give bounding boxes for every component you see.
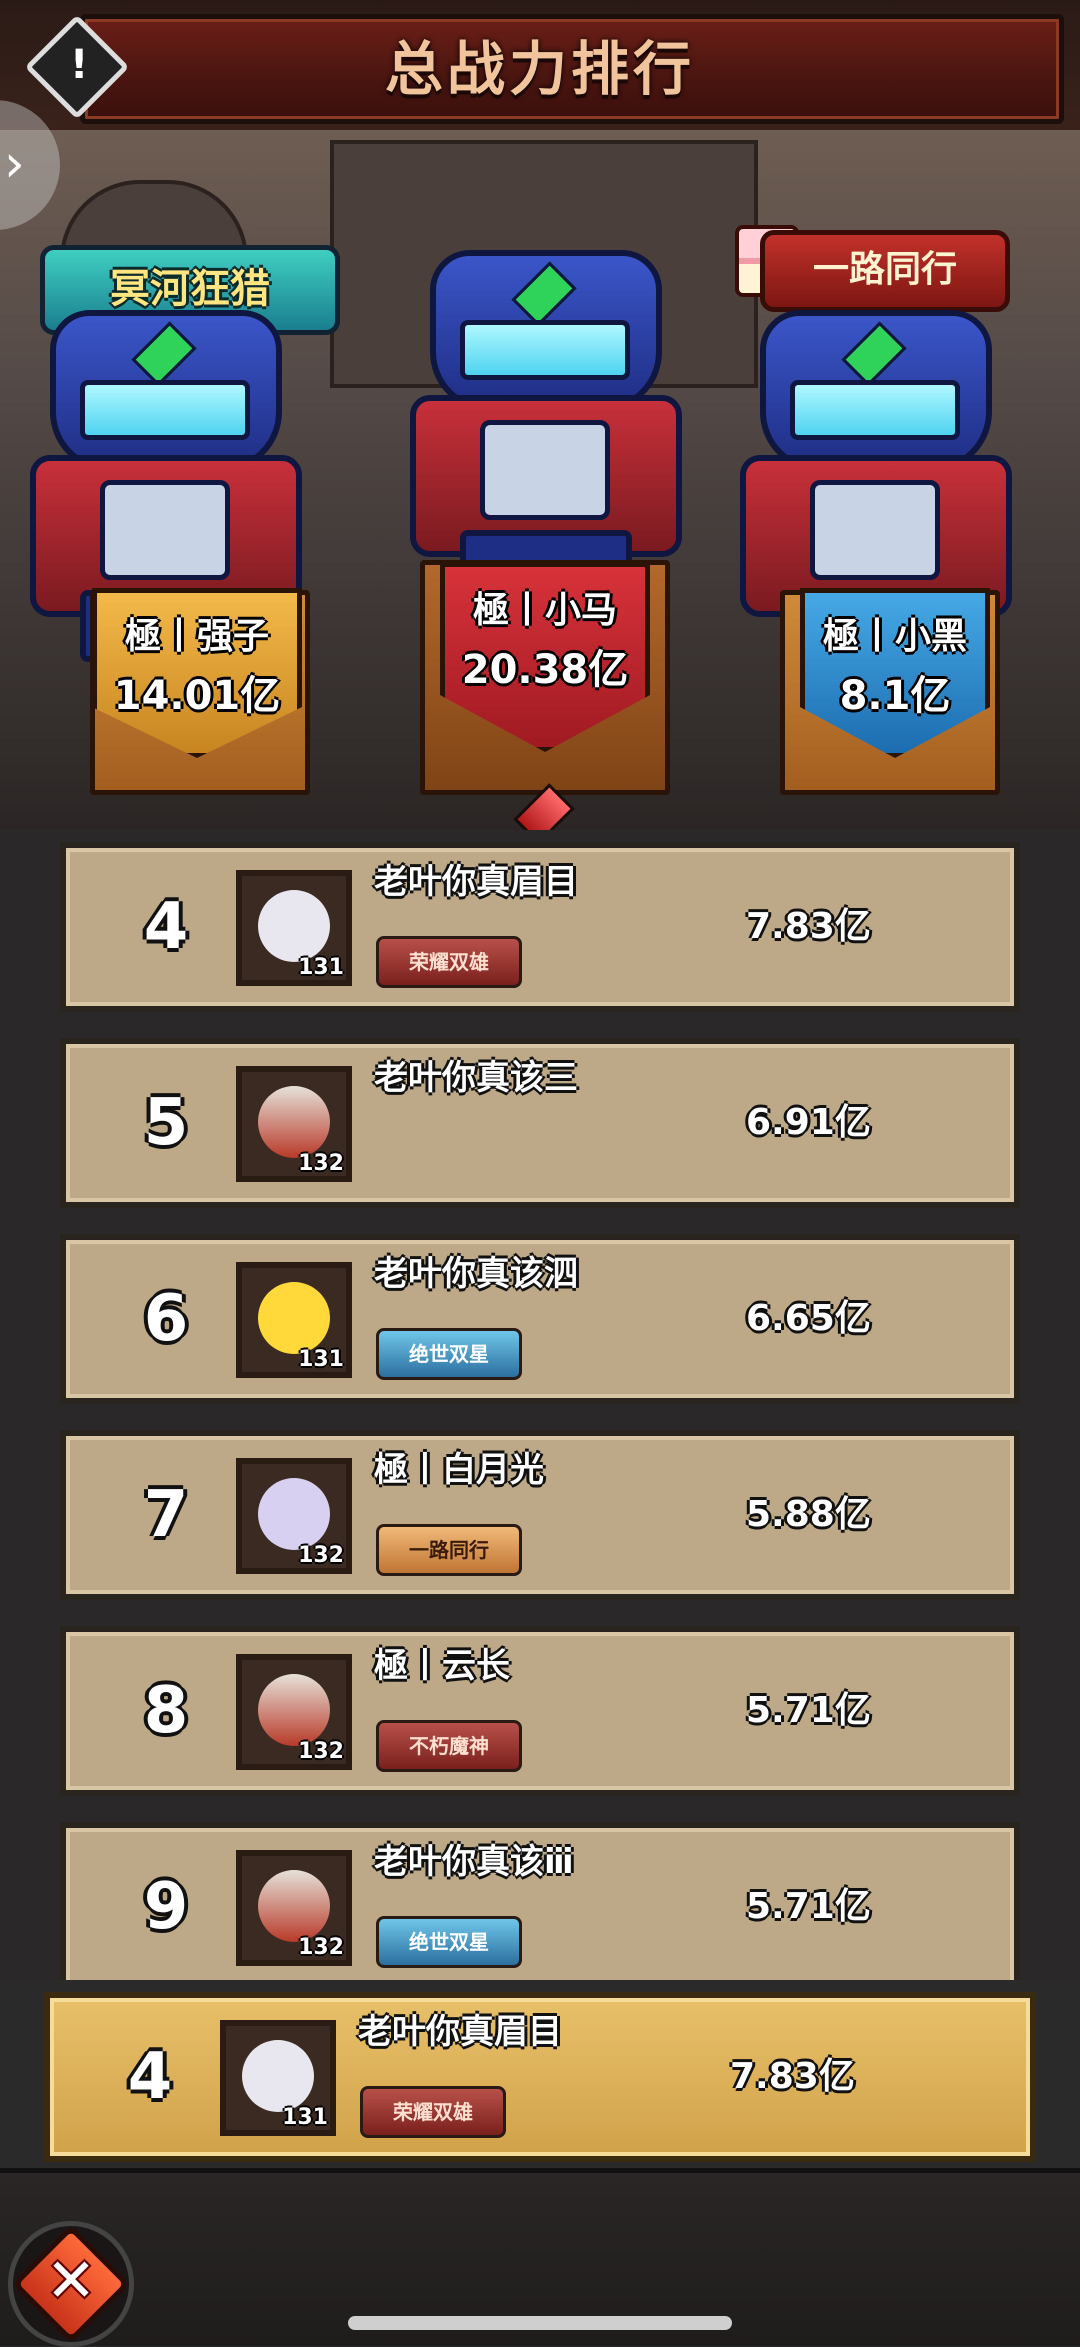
player-avatar[interactable]: 132 [236, 1850, 352, 1966]
player-power: 7.83亿 [746, 906, 871, 947]
my-power: 7.83亿 [730, 2056, 855, 2097]
rank-number: 8 [143, 1674, 189, 1748]
my-rank-row[interactable]: 4 131 老叶你真眉目 荣耀双雄 7.83亿 [44, 1992, 1036, 2162]
close-x-icon: ✕ [45, 2246, 97, 2316]
player-avatar[interactable]: 131 [236, 870, 352, 986]
avatar-level: 131 [282, 2105, 328, 2130]
rank-number: 5 [143, 1086, 189, 1160]
player-avatar[interactable]: 131 [236, 1262, 352, 1378]
bottom-bar: ✕ [0, 2168, 1080, 2347]
player-power: 6.65亿 [746, 1298, 871, 1339]
player-name: 極丨云长 [374, 1646, 510, 1686]
my-rank-number: 4 [127, 2040, 173, 2114]
warning-diamond-icon: ! [69, 41, 89, 88]
player-power: 5.71亿 [746, 1886, 871, 1927]
rank-number: 6 [143, 1282, 189, 1356]
podium-scene: 冥河狂猎 一路同行 極丨强子 14.01亿 極丨小马 20.38亿 極丨小黑 8… [0, 130, 1080, 830]
avatar-level: 131 [298, 955, 344, 980]
avatar-level: 132 [298, 1739, 344, 1764]
player-avatar[interactable]: 132 [236, 1458, 352, 1574]
player-name: 老叶你真该泗 [374, 1254, 578, 1294]
player-name: 老叶你真该ⅲ [374, 1842, 574, 1882]
rank-number: 9 [143, 1870, 189, 1944]
player-power: 5.88亿 [746, 1494, 871, 1535]
ranking-row[interactable]: 8 132 極丨云长 不朽魔神 5.71亿 [60, 1626, 1020, 1796]
podium-name-second: 極丨强子 [124, 616, 269, 657]
player-title-badge: 绝世双星 [376, 1916, 522, 1968]
player-title-badge: 绝世双星 [376, 1328, 522, 1380]
page-title: 总战力排行 [384, 35, 695, 103]
podium-name-first: 極丨小马 [472, 590, 617, 631]
podium-character-first[interactable] [390, 230, 690, 602]
ranking-list[interactable]: 4 131 老叶你真眉目 荣耀双雄 7.83亿 5 132 老叶你真该三 6.9… [0, 830, 1080, 1980]
avatar-level: 132 [298, 1151, 344, 1176]
podium-power-first: 20.38亿 [461, 647, 629, 693]
podium-power-second: 14.01亿 [113, 673, 281, 719]
home-indicator [348, 2316, 732, 2330]
player-title-badge: 荣耀双雄 [376, 936, 522, 988]
ranking-row[interactable]: 5 132 老叶你真该三 6.91亿 [60, 1038, 1020, 1208]
header: 总战力排行 ! [0, 0, 1080, 134]
rank-number: 7 [143, 1478, 189, 1552]
ranking-row[interactable]: 4 131 老叶你真眉目 荣耀双雄 7.83亿 [60, 842, 1020, 1012]
podium-power-third: 8.1亿 [839, 673, 951, 719]
rank-number: 4 [143, 890, 189, 964]
player-avatar[interactable]: 132 [236, 1066, 352, 1182]
my-player-name: 老叶你真眉目 [358, 2012, 562, 2052]
avatar-level: 132 [298, 1935, 344, 1960]
player-avatar[interactable]: 132 [236, 1654, 352, 1770]
ranking-row[interactable]: 6 131 老叶你真该泗 绝世双星 6.65亿 [60, 1234, 1020, 1404]
player-title-badge: 不朽魔神 [376, 1720, 522, 1772]
player-power: 6.91亿 [746, 1102, 871, 1143]
avatar-level: 132 [298, 1543, 344, 1568]
ranking-row[interactable]: 9 132 老叶你真该ⅲ 绝世双星 5.71亿 [60, 1822, 1020, 1980]
player-title-badge: 一路同行 [376, 1524, 522, 1576]
chevron-right-icon: › [4, 134, 25, 194]
player-name: 極丨白月光 [374, 1450, 544, 1490]
my-title-badge: 荣耀双雄 [360, 2086, 506, 2138]
player-name: 老叶你真该三 [374, 1058, 578, 1098]
player-power: 5.71亿 [746, 1690, 871, 1731]
avatar-level: 131 [298, 1347, 344, 1372]
close-button[interactable]: ✕ [8, 2221, 134, 2347]
podium-name-third: 極丨小黑 [822, 616, 967, 657]
ranking-row[interactable]: 7 132 極丨白月光 一路同行 5.88亿 [60, 1430, 1020, 1600]
my-avatar[interactable]: 131 [220, 2020, 336, 2136]
player-name: 老叶你真眉目 [374, 862, 578, 902]
